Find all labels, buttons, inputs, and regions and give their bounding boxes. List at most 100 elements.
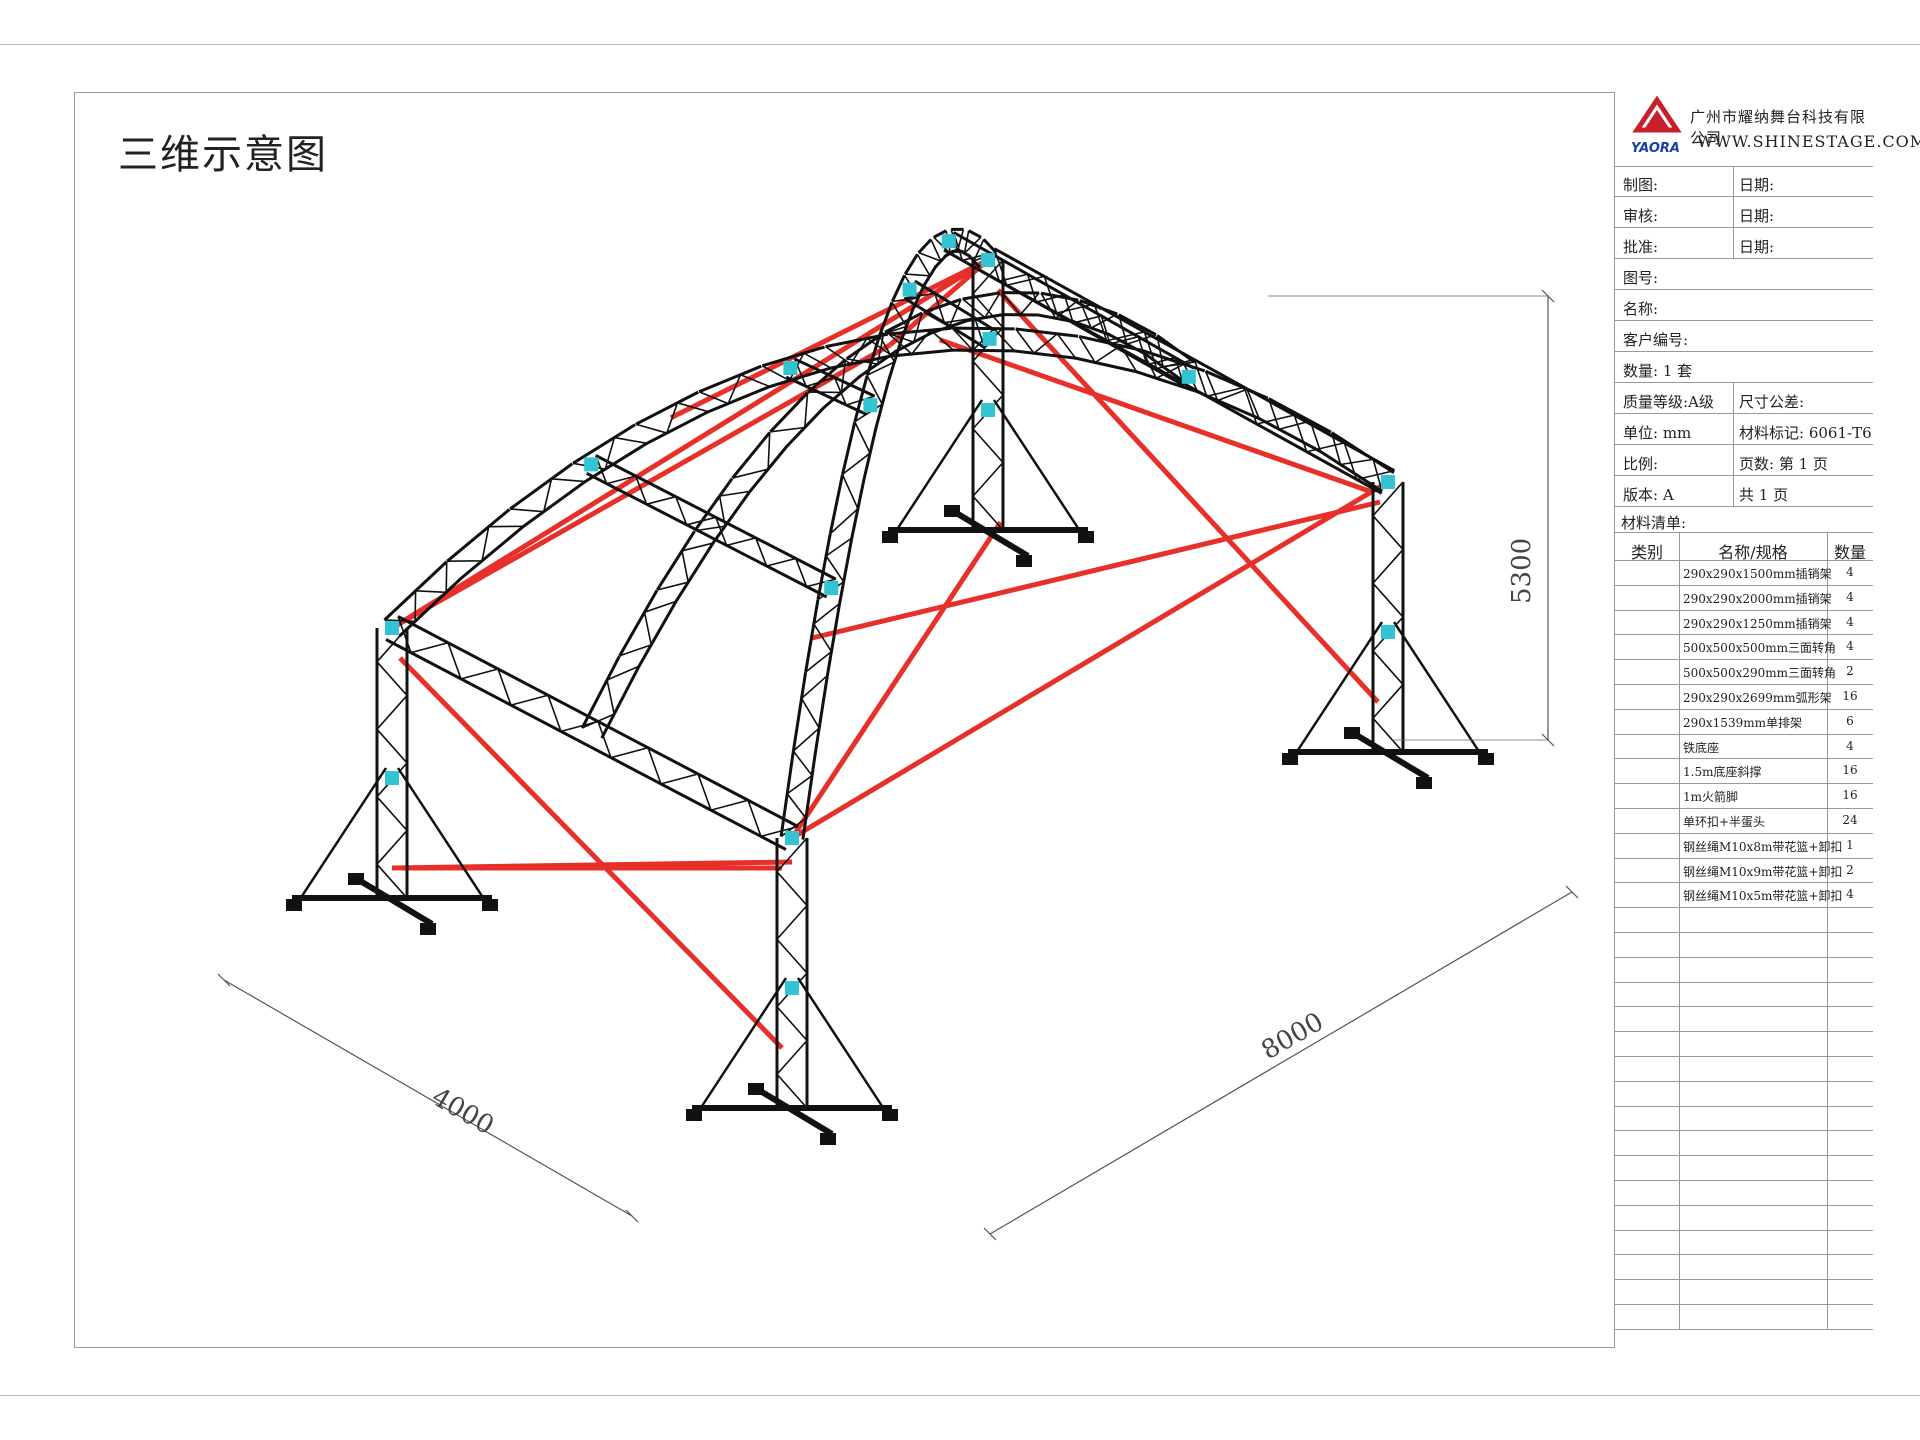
title-block-label: 数量: 1 套 xyxy=(1623,362,1693,380)
truss-chord xyxy=(1330,431,1395,475)
bom-row xyxy=(1615,1081,1873,1107)
truss-chord xyxy=(585,471,828,599)
truss-chord xyxy=(952,326,1015,331)
bom-col-category: 类别 xyxy=(1630,543,1663,562)
truss-chord xyxy=(731,431,771,479)
truss-chord xyxy=(791,671,808,752)
tower-leg xyxy=(775,837,809,1109)
bom-item-name: 290x290x1250mm插销架 xyxy=(1683,616,1832,631)
outrigger-brace xyxy=(1296,621,1384,751)
bom-item-qty: 16 xyxy=(1842,763,1858,778)
truss-lacing xyxy=(657,542,714,591)
title-block-value: 日期: xyxy=(1739,207,1775,225)
title-block-row: 比例: 页数: 第 1 页 xyxy=(1615,445,1873,476)
front-arch xyxy=(1013,327,1079,360)
truss-chord xyxy=(967,229,982,239)
bom-item-qty: 4 xyxy=(1846,639,1854,654)
base-foot xyxy=(882,531,898,543)
dimension-tick xyxy=(983,1227,997,1241)
title-block-label: 批准: xyxy=(1623,238,1659,256)
tower-leg xyxy=(1371,481,1405,753)
tower-base xyxy=(686,977,898,1145)
bom-row: 290x290x2699mm弧形架 16 xyxy=(1615,685,1873,710)
bom-row: 1.5m底座斜撑 16 xyxy=(1615,759,1873,785)
title-block-value: 尺寸公差: xyxy=(1739,393,1805,411)
bom-item-name: 1.5m底座斜撑 xyxy=(1683,765,1762,780)
dimension-label: 8000 xyxy=(1257,1007,1329,1066)
bom-item-name: 290x290x1500mm插销架 xyxy=(1683,567,1832,581)
bom-item-name: 500x500x290mm三面转角 xyxy=(1683,666,1837,681)
bom-item-name: 单环扣+半蛋头 xyxy=(1683,815,1766,829)
title-block-label: 质量等级:A级 xyxy=(1623,393,1714,411)
title-block-row: 客户编号: xyxy=(1615,321,1873,352)
back-arch xyxy=(903,253,938,287)
truss-lacing xyxy=(905,253,931,277)
truss-chord xyxy=(446,508,511,563)
bom-item-qty: 6 xyxy=(1846,713,1854,728)
center-arch xyxy=(580,655,641,739)
base-foot xyxy=(820,1133,836,1145)
bom-row xyxy=(1615,1032,1873,1057)
bom-row xyxy=(1615,1205,1873,1231)
front-arch xyxy=(572,423,648,484)
clamp-marker xyxy=(785,981,799,995)
bom-row: 290x290x1250mm插销架 4 xyxy=(1615,610,1873,636)
bom-header-row: 类别 名称/规格 数量 xyxy=(1615,533,1873,562)
purlin-beam xyxy=(585,454,837,599)
bom-item-name: 500x500x500mm三面转角 xyxy=(1683,641,1837,656)
bom-row: 500x500x290mm三面转角 2 xyxy=(1615,660,1873,685)
title-block-label: 图号: xyxy=(1623,269,1659,287)
base-foot xyxy=(348,873,364,885)
bom-item-name: 290x290x2699mm弧形架 xyxy=(1683,691,1832,705)
title-block-row: 批准: 日期: xyxy=(1615,228,1873,259)
bom-row xyxy=(1615,1280,1873,1305)
title-block-value: 页数: 第 1 页 xyxy=(1739,455,1828,473)
base-foot xyxy=(1016,555,1032,567)
bom-col-qty: 数量 xyxy=(1833,543,1866,562)
center-arch xyxy=(769,391,825,449)
base-foot xyxy=(882,1109,898,1121)
clamp-marker xyxy=(385,771,399,785)
bom-row: 铁底座 4 xyxy=(1615,734,1873,760)
bom-row xyxy=(1615,1230,1873,1256)
front-arch xyxy=(635,390,709,446)
title-block-label: 版本: A xyxy=(1623,486,1674,504)
clamp-marker xyxy=(981,253,995,267)
truss-lacing xyxy=(972,259,1004,531)
title-block-value: 日期: xyxy=(1739,238,1775,256)
bom-item-name: 铁底座 xyxy=(1683,740,1720,755)
title-block-row: 数量: 1 套 xyxy=(1615,352,1873,383)
bom-row: 钢丝绳M10x5m带花篮+卸扣 4 xyxy=(1615,883,1873,909)
truss-lacing xyxy=(509,478,586,513)
center-arch xyxy=(618,589,678,668)
bom-item-qty: 2 xyxy=(1846,664,1854,679)
guy-cable xyxy=(996,288,1380,704)
bom-row: 290x290x2000mm插销架 4 xyxy=(1615,585,1873,611)
back-arch xyxy=(841,421,878,480)
bom-row xyxy=(1615,1156,1873,1181)
truss-lacing xyxy=(776,837,808,1109)
clamp-layer xyxy=(385,234,1395,995)
base-foot xyxy=(482,899,498,911)
dimension-label: 5300 xyxy=(1507,538,1537,604)
bom-item-qty: 4 xyxy=(1846,887,1854,902)
bom-row xyxy=(1615,1106,1873,1132)
clamp-marker xyxy=(1381,475,1395,489)
dimension-length: 8000 xyxy=(983,885,1579,1241)
truss-chord xyxy=(962,291,1001,301)
clamp-marker xyxy=(863,398,878,413)
title-block-row: 单位: mm 材料标记: 6061-T6 xyxy=(1615,414,1873,445)
base-foot xyxy=(748,1083,764,1095)
outrigger-brace xyxy=(796,977,884,1107)
bom-item-qty: 4 xyxy=(1846,738,1854,753)
base-foot xyxy=(1282,753,1298,765)
guy-cable xyxy=(811,499,1381,641)
title-block-row: 名称: xyxy=(1615,290,1873,321)
bom-row: 290x290x1500mm插销架 4 xyxy=(1615,561,1873,586)
outrigger-brace xyxy=(1392,621,1480,751)
truss-chord xyxy=(522,480,587,528)
title-block-label: 制图: xyxy=(1623,176,1659,194)
bom-row: 290x1539mm单排架 6 xyxy=(1615,709,1873,735)
bom-row xyxy=(1615,908,1873,933)
clamp-marker xyxy=(785,831,799,845)
